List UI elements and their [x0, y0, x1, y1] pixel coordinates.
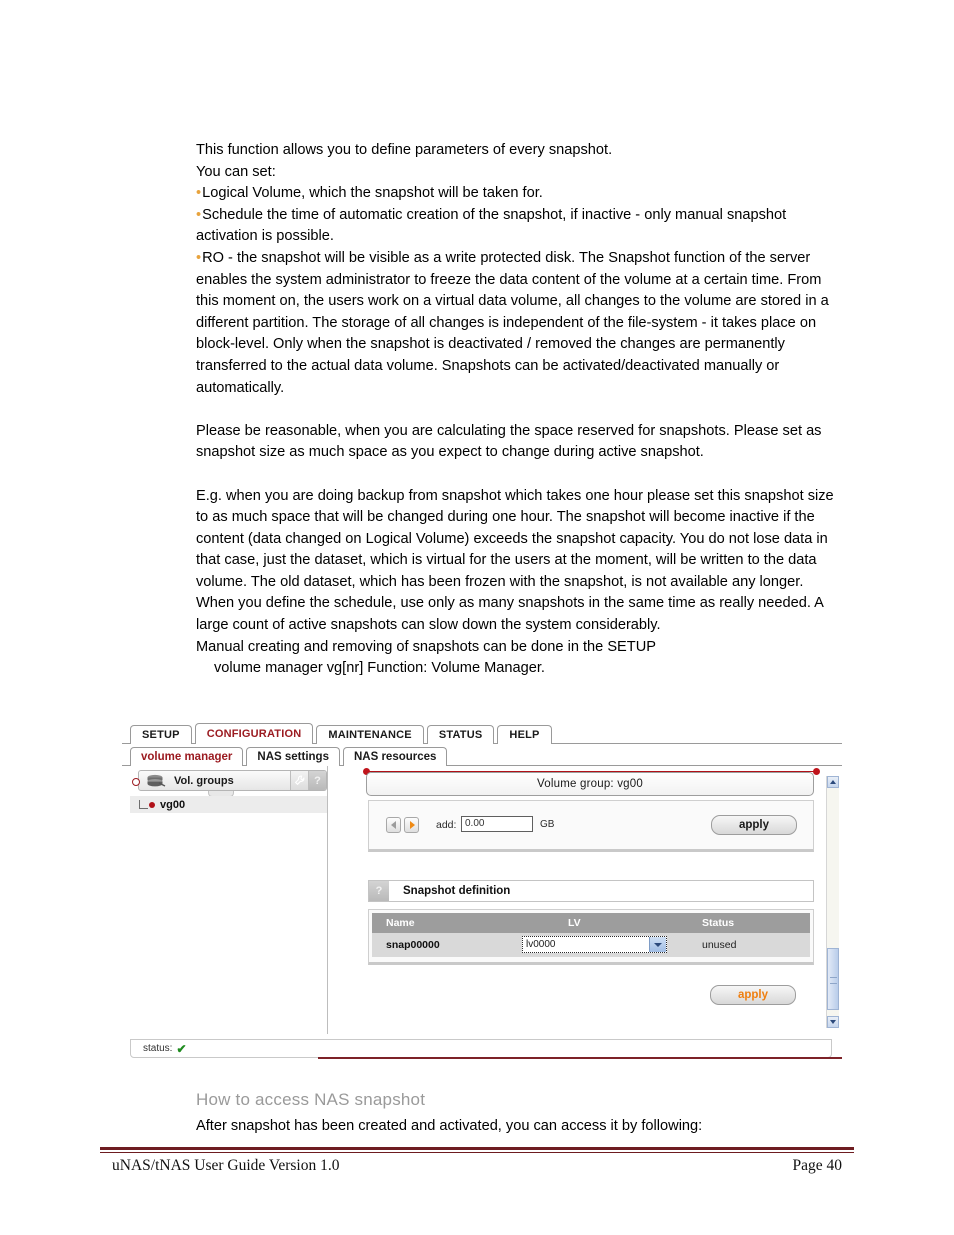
snapshot-table-header-row: Name LV Status — [372, 913, 810, 933]
tab-nas-settings[interactable]: NAS settings — [246, 747, 340, 766]
table-row: snap00000 lv0000 unused — [372, 933, 810, 957]
bullet-item-logical-volume: •Logical Volume, which the snapshot will… — [196, 183, 842, 205]
next-button[interactable] — [404, 817, 419, 833]
bullet-text: Logical Volume, which the snapshot will … — [202, 185, 543, 202]
unit-label: GB — [540, 819, 555, 830]
embedded-application-screenshot: SETUP CONFIGURATION MAINTENANCE STATUS H… — [122, 718, 842, 1066]
tab-maintenance[interactable]: MAINTENANCE — [316, 725, 424, 744]
wrench-icon[interactable] — [290, 771, 308, 790]
add-size-input[interactable]: 0.00 — [461, 816, 533, 832]
check-icon: ✔ — [176, 1041, 187, 1056]
footer-rule-thin — [100, 1152, 854, 1153]
intro-line-2: You can set: — [196, 163, 276, 180]
apply-snapshot-button[interactable]: apply — [710, 985, 796, 1005]
column-header-name: Name — [386, 917, 415, 929]
scrollbar-grip-icon — [830, 977, 837, 984]
tab-volume-manager[interactable]: volume manager — [130, 747, 244, 766]
volume-group-header-wrap: Volume group: vg00 — [366, 772, 814, 796]
snapshot-name-cell: snap00000 — [386, 939, 440, 951]
primary-tab-bar: SETUP CONFIGURATION MAINTENANCE STATUS H… — [130, 722, 555, 744]
scroll-down-icon[interactable] — [827, 1016, 839, 1028]
column-header-status: Status — [702, 917, 735, 929]
snapshot-definition-header: ? Snapshot definition — [368, 880, 814, 902]
column-header-lv: LV — [568, 917, 581, 929]
bullet-item-schedule: •Schedule the time of automatic creation… — [196, 205, 842, 248]
paragraph-manual: Manual creating and removing of snapshot… — [196, 638, 656, 655]
lv-select-value: lv0000 — [526, 939, 556, 950]
snapshot-table: Name LV Status snap00000 lv0000 unused — [368, 909, 814, 965]
tree-elbow-line — [139, 800, 148, 809]
apply-volume-group-button[interactable]: apply — [711, 815, 797, 835]
footer-rule-thick — [100, 1147, 854, 1150]
secondary-tab-bar: volume manager NAS settings NAS resource… — [130, 745, 450, 766]
after-snapshot-paragraph: After snapshot has been created and acti… — [196, 1118, 703, 1134]
arrow-left-icon — [390, 821, 396, 829]
tab-setup[interactable]: SETUP — [130, 725, 192, 744]
bullet-text: Schedule the time of automatic creation … — [196, 206, 787, 245]
app-content-area: Vol. groups ? vg00 Volume group: vg00 ad… — [122, 766, 842, 1038]
app-window-frame: SETUP CONFIGURATION MAINTENANCE STATUS H… — [122, 718, 842, 1066]
status-label: status: — [143, 1043, 173, 1054]
volume-group-title: Volume group: vg00 — [537, 778, 643, 790]
tree-item-label: vg00 — [160, 798, 186, 811]
add-label: add: — [436, 819, 457, 831]
vertical-scrollbar[interactable] — [826, 776, 839, 1028]
document-page: This function allows you to define param… — [0, 0, 954, 1235]
tab-nas-resources[interactable]: NAS resources — [342, 747, 448, 766]
snapshot-definition-title: Snapshot definition — [403, 885, 511, 897]
bullet-item-ro: •RO - the snapshot will be visible as a … — [196, 248, 842, 399]
volume-group-header: Volume group: vg00 — [366, 772, 814, 796]
intro-line-1: This function allows you to define param… — [196, 142, 613, 158]
scroll-up-icon[interactable] — [827, 776, 839, 788]
volume-groups-tree-panel: Vol. groups ? vg00 — [130, 766, 328, 1034]
previous-button[interactable] — [386, 817, 401, 833]
status-bar: status: ✔ — [130, 1039, 832, 1058]
volume-groups-label: Vol. groups — [174, 774, 234, 787]
scrollbar-thumb[interactable] — [827, 948, 839, 1010]
volume-groups-header[interactable]: Vol. groups ? — [132, 770, 327, 791]
tree-node-bullet-icon — [149, 801, 155, 808]
paragraph-example: E.g. when you are doing backup from snap… — [196, 487, 834, 634]
help-icon[interactable]: ? — [308, 771, 326, 790]
accent-marker-right-icon — [813, 768, 820, 775]
tab-configuration[interactable]: CONFIGURATION — [194, 723, 314, 744]
volume-group-main-panel: Volume group: vg00 add: 0.00 GB apply ? … — [336, 766, 824, 1034]
screenshot-underline — [318, 1057, 842, 1059]
bullet-text: RO - the snapshot will be visible as a w… — [196, 249, 829, 396]
footer-page-number: Page 40 — [792, 1157, 842, 1174]
snapshot-status-cell: unused — [702, 939, 737, 951]
chevron-down-icon[interactable] — [649, 937, 666, 952]
tab-help[interactable]: HELP — [497, 725, 552, 744]
tree-item-vg00[interactable]: vg00 — [130, 796, 327, 813]
disk-stack-icon — [145, 773, 167, 788]
tab-status[interactable]: STATUS — [426, 725, 495, 744]
connector-knob-icon — [132, 778, 140, 786]
paragraph-reasonable: Please be reasonable, when you are calcu… — [196, 422, 822, 461]
document-body: This function allows you to define param… — [196, 140, 842, 680]
arrow-right-icon — [409, 821, 415, 829]
lv-select-dropdown[interactable]: lv0000 — [522, 936, 667, 953]
help-icon[interactable]: ? — [369, 881, 389, 901]
page-title: How to access NAS snapshot — [196, 1090, 426, 1109]
footer-guide-title: uNAS/tNAS User Guide Version 1.0 — [112, 1157, 340, 1174]
add-capacity-section: add: 0.00 GB apply — [368, 800, 814, 852]
paragraph-menu-path: volume manager vg[nr] Function: Volume M… — [214, 660, 545, 677]
